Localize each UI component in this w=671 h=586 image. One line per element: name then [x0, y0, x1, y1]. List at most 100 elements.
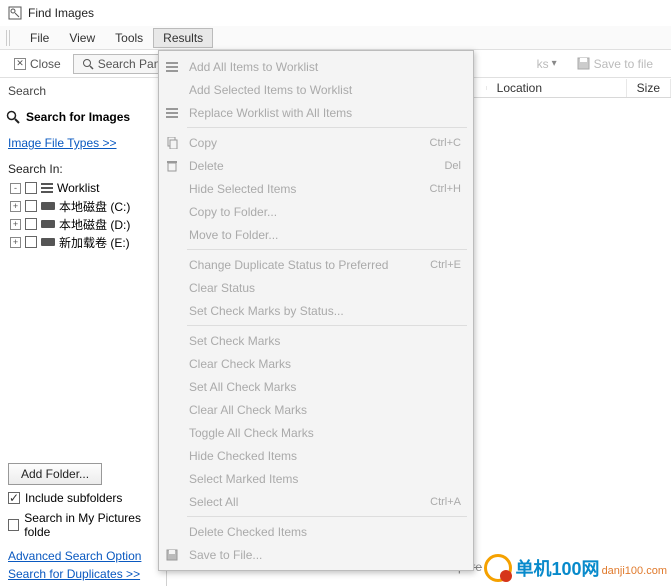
list-icon — [166, 107, 182, 119]
menu-item[interactable]: Select Marked Items — [159, 467, 473, 490]
title-bar: Find Images — [0, 0, 671, 26]
add-folder-button[interactable]: Add Folder... — [8, 463, 102, 485]
tree-row-drive-d[interactable]: + 本地磁盘 (D:) — [10, 215, 160, 233]
marks-button[interactable]: ks ▾ — [529, 55, 565, 73]
tree-row-drive-e[interactable]: + 新加载卷 (E:) — [10, 233, 160, 251]
menu-item[interactable]: Replace Worklist with All Items — [159, 101, 473, 124]
tree-row-worklist[interactable]: - Worklist — [10, 179, 160, 197]
column-size[interactable]: Size — [627, 79, 671, 97]
menu-item[interactable]: Delete Checked Items — [159, 520, 473, 543]
menu-item[interactable]: Toggle All Check Marks — [159, 421, 473, 444]
search-in-tree: - Worklist + 本地磁盘 (C:) + 本地磁盘 (D:) + — [10, 179, 160, 251]
menu-item[interactable]: Clear Check Marks — [159, 352, 473, 375]
watermark-logo-icon — [484, 554, 512, 582]
tree-label: Worklist — [57, 181, 99, 195]
menu-item-label: Set Check Marks by Status... — [189, 304, 344, 318]
menu-item[interactable]: Clear All Check Marks — [159, 398, 473, 421]
watermark: 单机100网 danji100.com — [484, 554, 667, 582]
list-icon — [166, 61, 182, 73]
menu-item[interactable]: Save to File... — [159, 543, 473, 566]
close-button[interactable]: ✕ Close — [6, 55, 69, 73]
menu-separator — [187, 127, 467, 128]
search-my-pictures-row[interactable]: Search in My Pictures folde — [8, 511, 160, 539]
menu-item[interactable]: Hide Selected ItemsCtrl+H — [159, 177, 473, 200]
search-for-images-header: Search for Images — [6, 110, 160, 124]
checkbox[interactable] — [8, 492, 20, 504]
menu-bar: File View Tools Results — [0, 26, 671, 50]
menu-item[interactable]: Add Selected Items to Worklist — [159, 78, 473, 101]
menu-item-label: Select Marked Items — [189, 472, 298, 486]
search-duplicates-link[interactable]: Search for Duplicates >> — [8, 567, 140, 581]
expand-icon[interactable]: + — [10, 237, 21, 248]
menu-item-label: Add All Items to Worklist — [189, 60, 318, 74]
menu-item[interactable]: Hide Checked Items — [159, 444, 473, 467]
sidebar: Search Search for Images Image File Type… — [0, 78, 167, 586]
search-panel-label: Search Pane — [98, 57, 167, 71]
column-location[interactable]: Location — [487, 79, 627, 97]
drive-icon — [41, 238, 55, 246]
tree-row-drive-c[interactable]: + 本地磁盘 (C:) — [10, 197, 160, 215]
menu-separator — [187, 325, 467, 326]
expand-icon[interactable]: + — [10, 201, 21, 212]
watermark-url: danji100.com — [602, 565, 667, 577]
menu-separator — [187, 516, 467, 517]
menu-tools[interactable]: Tools — [105, 28, 153, 48]
menu-item-shortcut: Ctrl+E — [430, 259, 461, 271]
search-for-images-label: Search for Images — [26, 110, 130, 124]
menu-item[interactable]: Add All Items to Worklist — [159, 55, 473, 78]
menu-separator — [187, 249, 467, 250]
menu-item-label: Delete — [189, 159, 224, 173]
menu-item-label: Clear Status — [189, 281, 255, 295]
app-icon — [8, 6, 22, 20]
save-icon — [577, 57, 590, 70]
menu-item-label: Set All Check Marks — [189, 380, 296, 394]
menu-item-shortcut: Del — [444, 160, 461, 172]
menu-item-label: Hide Selected Items — [189, 182, 296, 196]
search-heading: Search — [8, 82, 160, 104]
close-icon: ✕ — [14, 58, 26, 70]
worklist-icon — [41, 182, 53, 194]
menu-item[interactable]: CopyCtrl+C — [159, 131, 473, 154]
copy-icon — [166, 137, 182, 149]
menu-item[interactable]: Change Duplicate Status to Preferred Ctrl… — [159, 253, 473, 276]
menu-item-label: Change Duplicate Status to Preferred — [189, 258, 388, 272]
search-icon — [82, 58, 94, 70]
expand-icon[interactable]: + — [10, 219, 21, 230]
watermark-text: 单机100网 — [516, 559, 600, 579]
checkbox[interactable] — [25, 236, 37, 248]
menu-item[interactable]: Move to Folder... — [159, 223, 473, 246]
menu-item[interactable]: Set All Check Marks — [159, 375, 473, 398]
menu-item-label: Add Selected Items to Worklist — [189, 83, 352, 97]
include-subfolders-label: Include subfolders — [25, 491, 122, 505]
chevron-down-icon: ▾ — [552, 58, 557, 69]
menu-item[interactable]: Set Check Marks — [159, 329, 473, 352]
menu-item[interactable]: Clear Status — [159, 276, 473, 299]
menu-view[interactable]: View — [59, 28, 105, 48]
trash-icon — [166, 160, 182, 172]
checkbox[interactable] — [8, 519, 19, 531]
checkbox[interactable] — [25, 218, 37, 230]
menu-item-label: Clear All Check Marks — [189, 403, 307, 417]
menu-item[interactable]: Copy to Folder... — [159, 200, 473, 223]
menu-results[interactable]: Results — [153, 28, 213, 48]
menu-item[interactable]: Set Check Marks by Status... — [159, 299, 473, 322]
results-dropdown: Add All Items to Worklist Add Selected It… — [158, 50, 474, 571]
expand-icon[interactable]: - — [10, 183, 21, 194]
advanced-search-link[interactable]: Advanced Search Option — [8, 549, 141, 563]
save-to-file-button[interactable]: Save to file — [569, 55, 661, 73]
menu-item-label: Replace Worklist with All Items — [189, 106, 352, 120]
search-my-pictures-label: Search in My Pictures folde — [24, 511, 159, 539]
menu-file[interactable]: File — [20, 28, 59, 48]
checkbox[interactable] — [25, 182, 37, 194]
checkbox[interactable] — [25, 200, 37, 212]
close-label: Close — [30, 57, 61, 71]
marks-label: ks — [537, 57, 549, 71]
save-to-file-label: Save to file — [594, 57, 653, 71]
menu-item[interactable]: Delete Del — [159, 154, 473, 177]
menu-item[interactable]: Select AllCtrl+A — [159, 490, 473, 513]
save-icon — [166, 549, 182, 561]
tree-label: 本地磁盘 (C:) — [59, 198, 130, 215]
image-file-types-link[interactable]: Image File Types >> — [8, 136, 117, 150]
menu-item-shortcut: Ctrl+A — [430, 496, 461, 508]
include-subfolders-row[interactable]: Include subfolders — [8, 491, 160, 505]
